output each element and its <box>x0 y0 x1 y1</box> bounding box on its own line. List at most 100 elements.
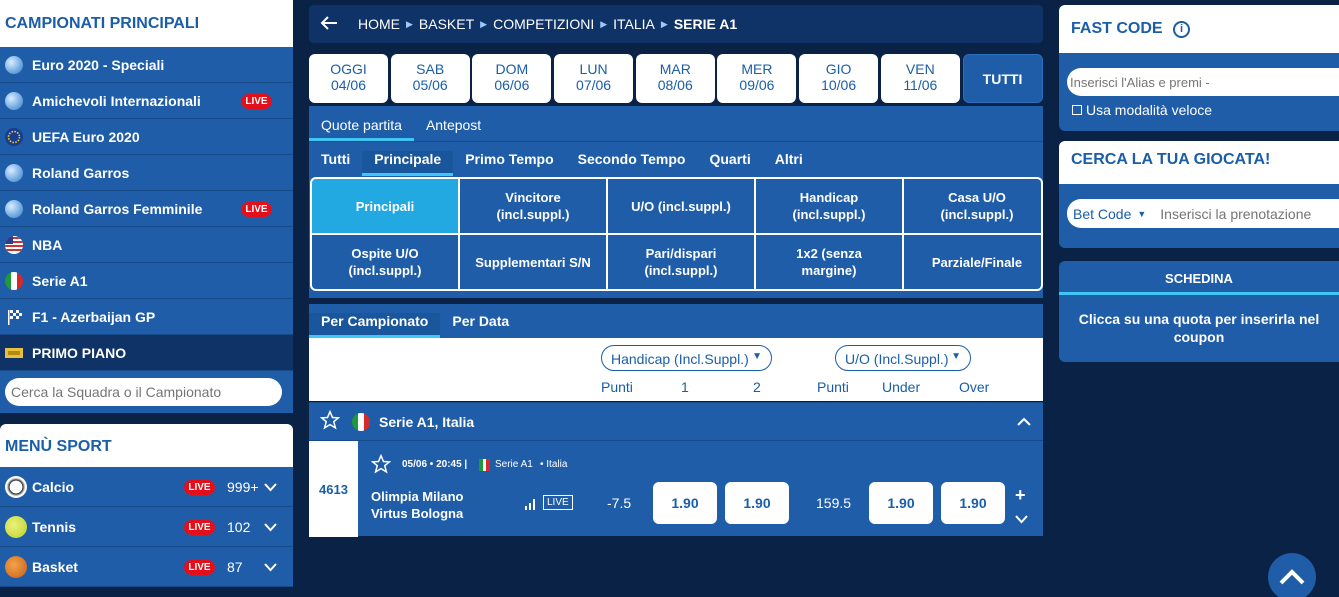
campionati-title: CAMPIONATI PRINCIPALI <box>0 0 293 47</box>
prenotazione-input[interactable] <box>1160 205 1331 222</box>
italy-flag-icon <box>479 459 490 471</box>
odd-2-button[interactable]: 1.90 <box>725 482 789 524</box>
chevron-up-icon[interactable] <box>1017 414 1031 430</box>
chevron-down-icon[interactable] <box>264 559 277 572</box>
odd-1-button[interactable]: 1.90 <box>653 482 717 524</box>
sport-item[interactable]: Basket LIVE 87 <box>0 547 293 587</box>
day-button[interactable]: OGGI 04/06 <box>309 54 388 103</box>
campionato-item[interactable]: Serie A1 <box>0 263 293 299</box>
back-arrow-icon[interactable] <box>320 14 338 35</box>
market-button[interactable]: Handicap (incl.suppl.) <box>756 179 902 233</box>
campionato-item[interactable]: Roland Garros <box>0 155 293 191</box>
tab-quarti[interactable]: Quarti <box>697 151 762 176</box>
us-flag-icon <box>5 235 23 254</box>
sport-item[interactable]: Tennis LIVE 102 <box>0 507 293 547</box>
league-row[interactable]: Serie A1, Italia <box>309 402 1043 440</box>
sport-item[interactable]: Calcio LIVE 999+ <box>0 467 293 507</box>
campionato-item[interactable]: UEFA Euro 2020 <box>0 119 293 155</box>
tab-secondo-tempo[interactable]: Secondo Tempo <box>566 151 698 176</box>
market-button[interactable]: Ospite U/O (incl.suppl.) <box>312 235 458 289</box>
campionato-item[interactable]: Amichevoli Internazionali LIVE <box>0 83 293 119</box>
odd-over-button[interactable]: 1.90 <box>941 482 1005 524</box>
day-button[interactable]: LUN 07/06 <box>554 54 634 103</box>
col-punti-uo: Punti <box>817 379 849 395</box>
market-button[interactable]: Supplementari S/N <box>460 235 606 289</box>
market-button[interactable]: Vincitore (incl.suppl.) <box>460 179 606 233</box>
fast-mode-checkbox[interactable]: Usa modalità veloce <box>1072 102 1339 118</box>
uo-select[interactable]: U/O (Incl.Suppl.) ▼ <box>835 345 971 371</box>
campionato-item[interactable]: Euro 2020 - Speciali <box>0 47 293 83</box>
tab-per-campionato[interactable]: Per Campionato <box>309 313 441 338</box>
checkered-flag-icon <box>5 308 23 326</box>
live-tag[interactable]: LIVE <box>543 495 573 510</box>
sport-count: 999+ <box>227 479 259 495</box>
day-button[interactable]: MER 09/06 <box>717 54 797 103</box>
sport-count: 87 <box>227 559 243 575</box>
tab-tutti[interactable]: Tutti <box>309 151 362 176</box>
primo-piano-label: PRIMO PIANO <box>32 344 127 361</box>
italy-flag-icon <box>5 271 23 290</box>
caret-down-icon: ▼ <box>1137 208 1147 219</box>
day-button[interactable]: SAB 05/06 <box>390 54 470 103</box>
main-content: HOME ▶ BASKET ▶ COMPETIZIONI ▶ ITALIA ▶ … <box>309 5 1043 537</box>
event-datetime: 05/06 • 20:45 | <box>402 459 468 470</box>
left-sidebar: CAMPIONATI PRINCIPALI Euro 2020 - Specia… <box>0 0 293 597</box>
plus-icon[interactable]: + <box>1015 485 1026 506</box>
tab-altri[interactable]: Altri <box>763 151 815 176</box>
italy-flag-icon <box>352 412 370 431</box>
day-date: 08/06 <box>657 77 693 93</box>
campionato-item[interactable]: NBA <box>0 227 293 263</box>
day-date: 10/06 <box>821 77 857 93</box>
scroll-top-button[interactable] <box>1268 553 1316 597</box>
col-punti-handicap: Punti <box>601 379 633 395</box>
day-button[interactable]: MAR 08/06 <box>635 54 715 103</box>
day-date: 09/06 <box>739 77 775 93</box>
day-button[interactable]: VEN 11/06 <box>880 54 960 103</box>
star-icon[interactable] <box>370 453 392 479</box>
tabs-view: Per Campionato Per Data <box>309 304 1043 338</box>
breadcrumb-competizioni[interactable]: COMPETIZIONI <box>493 16 594 32</box>
stats-icon[interactable] <box>525 497 537 515</box>
bet-code-select[interactable]: Bet Code <box>1073 206 1131 222</box>
market-button[interactable]: 1x2 (senza margine) <box>756 235 902 289</box>
chevron-down-icon[interactable] <box>1015 511 1028 529</box>
caret-down-icon: ▼ <box>752 351 762 362</box>
market-button[interactable]: Casa U/O (incl.suppl.) <box>904 179 1041 233</box>
chevron-down-icon[interactable] <box>264 479 277 492</box>
tab-quote-partita[interactable]: Quote partita <box>309 117 414 141</box>
info-icon[interactable]: i <box>1173 21 1191 38</box>
checkbox-icon[interactable] <box>1072 105 1082 115</box>
fast-code-header: FAST CODE i <box>1059 5 1339 53</box>
breadcrumb-basket[interactable]: BASKET <box>419 16 474 32</box>
fast-code-input[interactable] <box>1067 68 1339 96</box>
day-button[interactable]: GIO 10/06 <box>799 54 879 103</box>
away-team[interactable]: Virtus Bologna <box>371 506 463 521</box>
star-icon[interactable] <box>319 409 341 433</box>
odd-under-button[interactable]: 1.90 <box>869 482 933 524</box>
day-all-button[interactable]: TUTTI <box>962 54 1043 103</box>
col-under: Under <box>882 379 921 395</box>
breadcrumb-separator-icon: ▶ <box>660 18 668 29</box>
market-button[interactable]: Parziale/Finale <box>904 235 1041 289</box>
team-search-input[interactable] <box>5 378 282 406</box>
chevron-down-icon[interactable] <box>264 519 277 532</box>
sport-count: 102 <box>227 519 251 535</box>
campionato-item[interactable]: Roland Garros Femminile LIVE <box>0 191 293 227</box>
handicap-select[interactable]: Handicap (Incl.Suppl.) ▼ <box>601 345 772 371</box>
tab-principale[interactable]: Principale <box>362 151 454 176</box>
schedina-text: Clicca su una quota per inserirla nel co… <box>1078 311 1320 345</box>
market-button[interactable]: Pari/dispari (incl.suppl.) <box>608 235 754 289</box>
market-button[interactable]: U/O (incl.suppl.) <box>608 179 754 233</box>
breadcrumb-home[interactable]: HOME <box>358 16 400 32</box>
campionato-item[interactable]: F1 - Azerbaijan GP <box>0 299 293 335</box>
tab-per-data[interactable]: Per Data <box>440 313 521 338</box>
breadcrumb-separator-icon: ▶ <box>600 18 608 29</box>
tab-primo-tempo[interactable]: Primo Tempo <box>453 151 565 176</box>
home-team[interactable]: Olimpia Milano <box>371 489 463 504</box>
primo-piano-item[interactable]: PRIMO PIANO <box>0 335 293 371</box>
live-badge: LIVE <box>241 202 272 217</box>
tab-antepost[interactable]: Antepost <box>414 117 493 141</box>
breadcrumb-italia[interactable]: ITALIA <box>613 16 655 32</box>
day-button[interactable]: DOM 06/06 <box>472 54 552 103</box>
market-button[interactable]: Principali <box>312 179 458 233</box>
